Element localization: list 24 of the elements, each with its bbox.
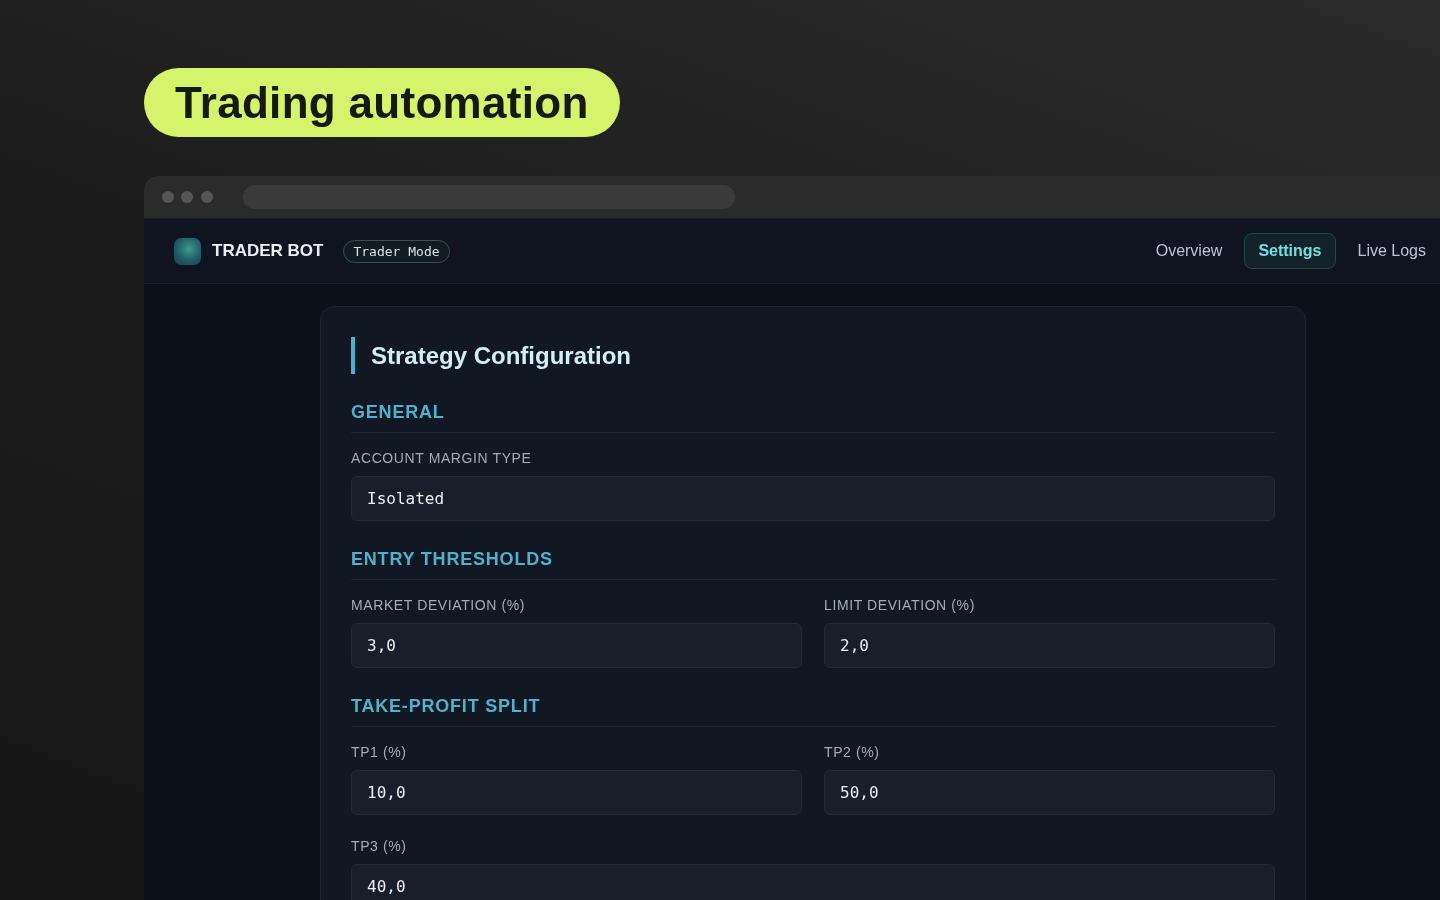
input-field[interactable]: 40,0 <box>351 864 1275 900</box>
section-heading: TAKE-PROFIT SPLIT <box>351 695 541 717</box>
mode-badge: Trader Mode <box>343 239 450 263</box>
input-field[interactable]: 3,0 <box>351 623 802 668</box>
input-field[interactable]: 50,0 <box>824 770 1275 815</box>
nav-tab[interactable]: Live Logs <box>1343 233 1440 269</box>
field-label: LIMIT DEVIATION (%) <box>824 597 975 614</box>
field-label: TP1 (%) <box>351 744 407 761</box>
section-heading: ENTRY THRESHOLDS <box>351 548 553 570</box>
input-field[interactable]: 10,0 <box>351 770 802 815</box>
section-heading: GENERAL <box>351 401 445 423</box>
brand-name: TRADER BOT <box>212 241 324 261</box>
page-headline: Trading automation <box>144 68 620 137</box>
logo-icon <box>174 237 201 265</box>
input-field[interactable]: 2,0 <box>824 623 1275 668</box>
nav-tab[interactable]: Overview <box>1141 233 1237 269</box>
window-dots-icon <box>162 191 213 203</box>
nav-tab[interactable]: Settings <box>1244 233 1336 269</box>
field-label: TP3 (%) <box>351 838 407 855</box>
field-label: MARKET DEVIATION (%) <box>351 597 526 614</box>
field-label: TP2 (%) <box>824 744 880 761</box>
input-field[interactable]: Isolated <box>351 476 1275 521</box>
card-title: Strategy Configuration <box>351 337 1275 374</box>
field-label: ACCOUNT MARGIN TYPE <box>351 450 532 467</box>
